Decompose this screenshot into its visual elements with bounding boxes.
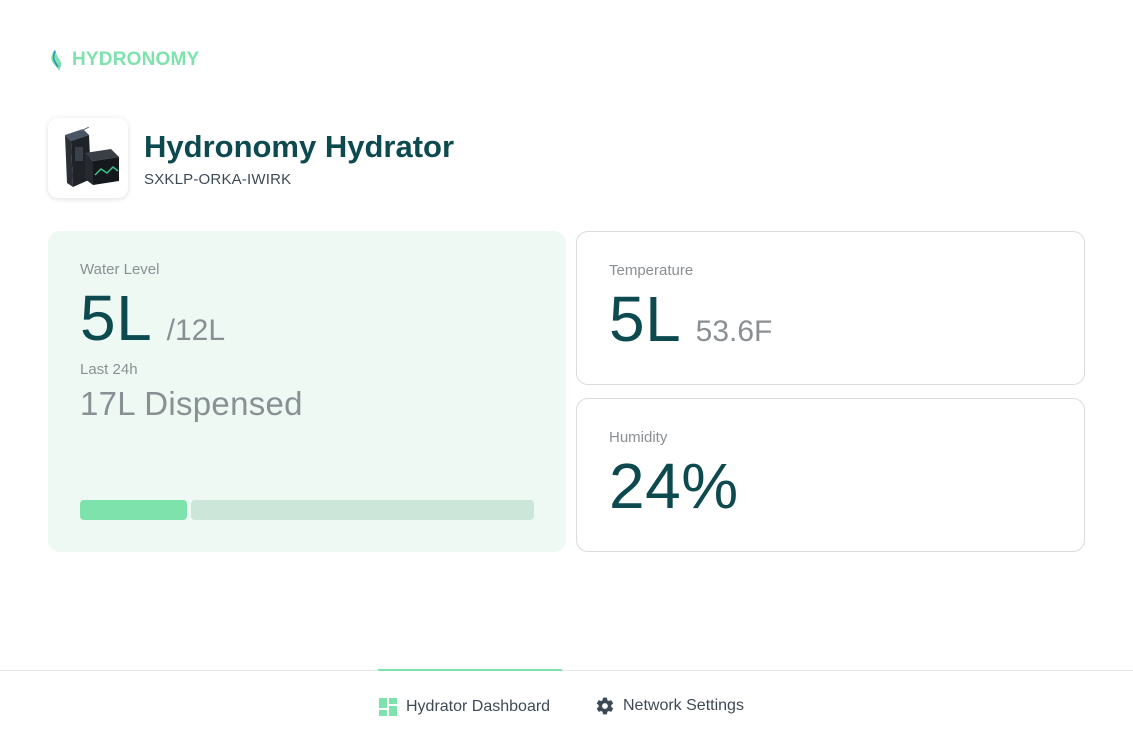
bottom-nav: Hydrator Dashboard Network Settings (0, 669, 1133, 744)
water-level-card: Water Level 5L /12L Last 24h 17L Dispens… (48, 231, 566, 552)
page: HYDRONOMY Hydronomy Hydrator SXKLP-ORKA-… (0, 0, 1133, 744)
temperature-sub-value: 53.6F (695, 315, 773, 348)
water-level-value: 5L (80, 282, 153, 354)
last-24h-label: Last 24h (80, 361, 138, 378)
hydrator-device-image (48, 118, 128, 198)
humidity-card: Humidity 24% (576, 398, 1085, 552)
tab-hydrator-dashboard[interactable]: Hydrator Dashboard (378, 669, 562, 743)
humidity-value: 24% (609, 450, 739, 522)
tab-network-settings[interactable]: Network Settings (595, 669, 744, 743)
humidity-value-row: 24% (609, 451, 1052, 521)
brand-name: HYDRONOMY (72, 49, 200, 70)
device-title: Hydronomy Hydrator (144, 128, 455, 164)
tab-network-settings-label: Network Settings (623, 697, 744, 714)
dispensed-amount: 17L Dispensed (80, 385, 303, 422)
temperature-card: Temperature 5L 53.6F (576, 231, 1085, 385)
progress-track (190, 500, 534, 520)
temperature-value-row: 5L 53.6F (609, 284, 1052, 354)
device-header: Hydronomy Hydrator SXKLP-ORKA-IWIRK (48, 118, 454, 198)
water-level-capacity: /12L (166, 314, 226, 347)
device-serial: SXKLP-ORKA-IWIRK (144, 170, 292, 188)
water-level-progress (80, 500, 534, 520)
water-drop-leaf-icon (51, 49, 62, 71)
device-info: Hydronomy Hydrator SXKLP-ORKA-IWIRK (144, 129, 454, 188)
gear-icon (596, 697, 614, 715)
temperature-value: 5L (609, 283, 682, 355)
temperature-label: Temperature (609, 262, 694, 279)
humidity-label: Humidity (609, 429, 668, 446)
hydrator-unit-icon (65, 127, 119, 187)
brand[interactable]: HYDRONOMY (48, 48, 199, 72)
tab-hydrator-dashboard-label: Hydrator Dashboard (406, 698, 551, 715)
dashboard-grid-icon (379, 698, 397, 716)
water-level-label: Water Level (80, 261, 160, 278)
water-level-value-row: 5L /12L (80, 283, 534, 353)
progress-fill (80, 500, 187, 520)
